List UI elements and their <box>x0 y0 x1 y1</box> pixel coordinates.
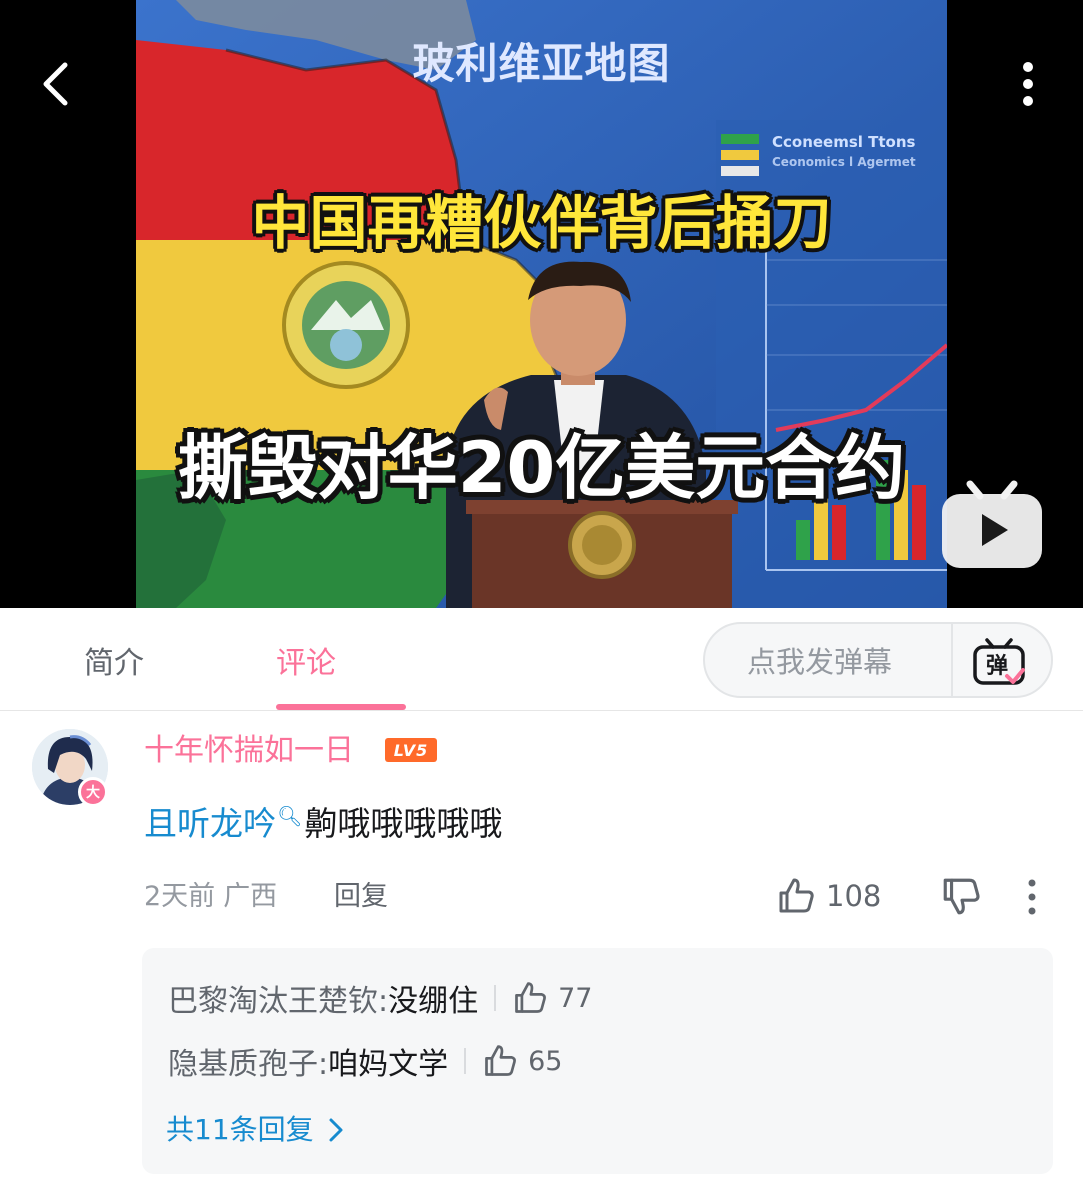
danmaku-placeholder: 点我发弹幕 <box>747 645 893 679</box>
more-vertical-icon <box>1028 879 1036 915</box>
replies-preview[interactable]: 巴黎淘汰王楚钦: 没绷住 77 隐基质孢子: 咱妈文学 65 共11条回复 <box>142 948 1053 1174</box>
reply-text: 没绷住 <box>388 984 479 1019</box>
video-chart-legend: Cconeemsl Ttons Ceonomics l Agermet <box>772 132 916 172</box>
tab-bar: 简介 评论 点我发弹幕 弹 <box>0 608 1083 711</box>
view-all-replies-label: 共11条回复 <box>166 1113 314 1146</box>
video-caption-bottom: 撕毁对华20亿美元合约 <box>177 427 906 509</box>
comment-time: 2天前 <box>144 881 216 912</box>
reply-like-count: 65 <box>528 1045 563 1077</box>
thumbs-up-icon <box>779 878 814 913</box>
thumbs-up-icon <box>515 982 547 1013</box>
thumbs-down-icon <box>943 878 980 915</box>
active-tab-indicator <box>276 704 406 710</box>
comment-meta: 2天前 广西 <box>144 877 277 917</box>
reply-like-button[interactable]: 65 <box>482 1043 562 1079</box>
back-button[interactable] <box>30 54 80 114</box>
chart-legend-line-2: Ceonomics l Agermet <box>772 155 916 169</box>
chart-legend-line-1: Cconeemsl Ttons <box>772 133 916 151</box>
reply-like-button[interactable]: 77 <box>512 980 592 1016</box>
video-player[interactable]: 玻利维亚地图 Cconeemsl Ttons Ceonomics l Agerm… <box>0 0 1083 608</box>
reply-divider <box>494 985 497 1011</box>
reply-button[interactable]: 回复 <box>334 877 388 917</box>
like-button[interactable]: 108 <box>776 871 881 921</box>
comment-item: 大 十年怀揣如一日 LV5 且听龙吟🔍︎齁哦哦哦哦哦 2天前 广西 回复 108 … <box>0 711 1083 1200</box>
comment-username[interactable]: 十年怀揣如一日 <box>144 731 354 771</box>
search-icon[interactable]: 🔍︎ <box>277 804 302 828</box>
reply-item[interactable]: 隐基质孢子: 咱妈文学 65 <box>168 1039 562 1083</box>
reply-username[interactable]: 隐基质孢子: <box>168 1039 328 1083</box>
view-all-replies-link[interactable]: 共11条回复 <box>166 1110 344 1150</box>
tab-intro[interactable]: 简介 <box>84 644 144 684</box>
comment-more-button[interactable] <box>1018 875 1046 919</box>
danmaku-icon-label: 弹 <box>986 654 1008 679</box>
video-map-title: 玻利维亚地图 <box>412 39 671 88</box>
comment-location: 广西 <box>223 881 278 912</box>
more-vertical-icon <box>1023 62 1033 106</box>
danmaku-divider <box>951 624 953 696</box>
video-caption-top: 中国再糟伙伴背后捅刀 <box>251 189 832 257</box>
reply-item[interactable]: 巴黎淘汰王楚钦: 没绷住 77 <box>168 976 592 1020</box>
video-scene <box>136 0 947 608</box>
play-button[interactable] <box>936 466 1048 574</box>
video-frame: 玻利维亚地图 Cconeemsl Ttons Ceonomics l Agerm… <box>136 0 947 608</box>
chevron-right-icon <box>329 1118 343 1142</box>
reply-text: 咱妈文学 <box>328 1047 449 1082</box>
reply-like-count: 77 <box>558 982 593 1014</box>
tab-comments[interactable]: 评论 <box>276 644 336 684</box>
danmaku-toggle-icon[interactable]: 弹 <box>971 634 1027 690</box>
avatar-badge: 大 <box>78 777 108 807</box>
like-count: 108 <box>826 879 882 913</box>
comment-text: 齁哦哦哦哦哦 <box>304 804 503 843</box>
back-arrow-icon <box>43 62 68 106</box>
video-more-button[interactable] <box>1006 56 1050 112</box>
bilibili-tv-play-icon <box>942 480 1042 568</box>
danmaku-input[interactable]: 点我发弹幕 弹 <box>703 622 1053 698</box>
thumbs-up-icon <box>485 1045 517 1076</box>
dislike-button[interactable] <box>940 875 982 917</box>
level-badge: LV5 <box>385 738 437 762</box>
reply-username[interactable]: 巴黎淘汰王楚钦: <box>168 976 388 1020</box>
comment-mention-link[interactable]: 且听龙吟 <box>144 804 276 843</box>
reply-divider <box>464 1048 467 1074</box>
comment-content: 且听龙吟🔍︎齁哦哦哦哦哦 <box>144 793 502 847</box>
